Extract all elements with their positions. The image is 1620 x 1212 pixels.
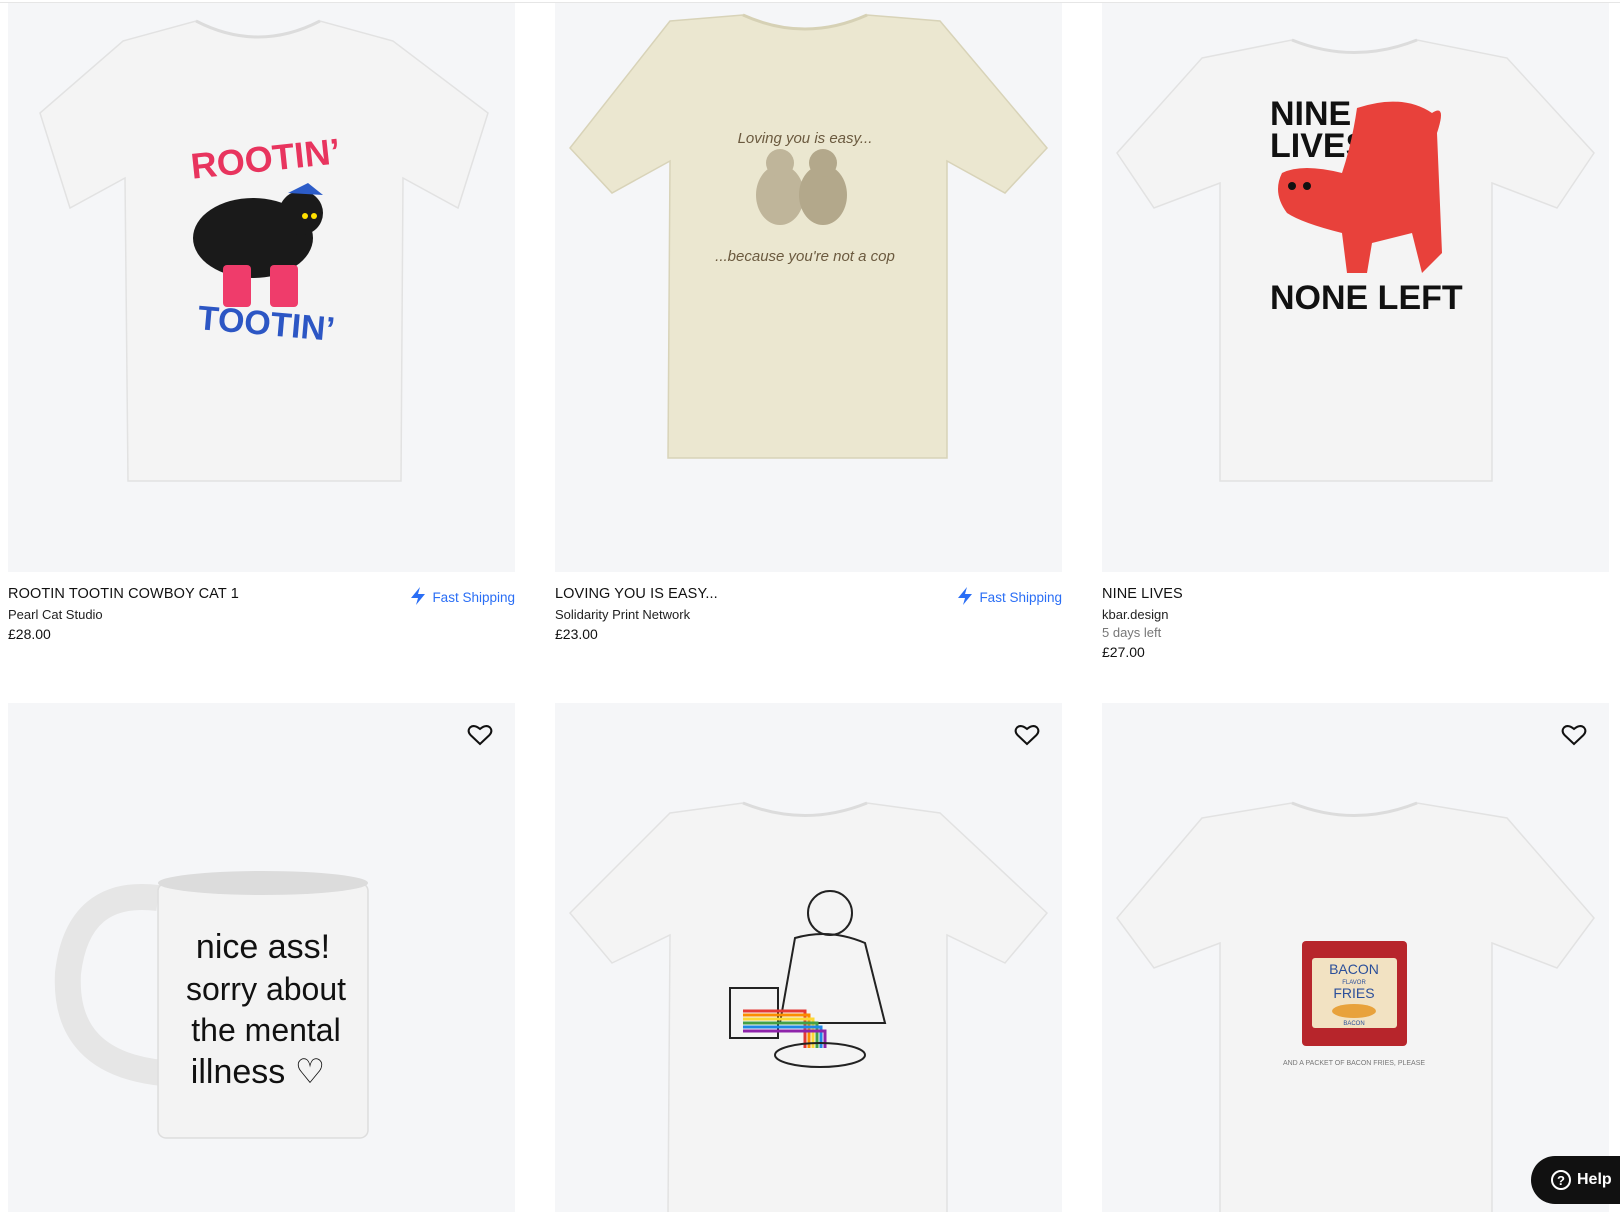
product-price: £23.00 [555, 626, 598, 642]
fast-shipping-label: Fast Shipping [432, 590, 515, 605]
product-image[interactable] [555, 703, 1062, 1212]
product-card-mug[interactable]: nice ass! sorry about the mental illness… [8, 703, 515, 1212]
fast-shipping-label: Fast Shipping [979, 590, 1062, 605]
pack-text: BACON [1329, 961, 1379, 977]
product-maker[interactable]: kbar.design [1102, 606, 1609, 623]
pack-text: FRIES [1333, 985, 1374, 1001]
print-caption: AND A PACKET OF BACON FRIES, PLEASE [1283, 1060, 1425, 1067]
pack-text: BACON [1343, 1021, 1364, 1027]
mug-image: nice ass! sorry about the mental illness… [54, 871, 369, 1139]
product-image[interactable]: NINE LIVES NONE LEFT [1102, 3, 1609, 572]
print-line: nice ass! [196, 928, 330, 966]
fast-shipping-badge: Fast Shipping [409, 586, 515, 609]
lightning-icon [409, 586, 427, 609]
tshirt-cream-image: Loving you is easy... ...because you're … [569, 13, 1049, 459]
tshirt-white-image: BACON FLAVOR FRIES BACON AND A PACKET OF… [1116, 801, 1595, 1212]
product-card-nine-lives[interactable]: NINE LIVES NONE LEFT NINE LIVES kbar.des… [1102, 3, 1609, 661]
product-image[interactable]: BACON FLAVOR FRIES BACON AND A PACKET OF… [1102, 703, 1609, 1212]
help-label: Help [1577, 1171, 1612, 1188]
help-button[interactable]: ? Help [1531, 1156, 1620, 1204]
print-line: the mental [191, 1012, 340, 1048]
product-card-loving-you[interactable]: Loving you is easy... ...because you're … [555, 3, 1062, 643]
days-left-label: 5 days left [1102, 625, 1162, 640]
product-image[interactable]: ROOTIN’ TOOTIN’ [8, 3, 515, 572]
product-card-rainbow-pour[interactable] [555, 703, 1062, 1212]
product-title[interactable]: NINE LIVES [1102, 585, 1609, 603]
tshirt-white-image [568, 801, 1049, 1212]
wishlist-heart-icon[interactable] [1561, 723, 1587, 747]
print-text-line3: NONE LEFT [1270, 279, 1463, 317]
tshirt-white-image: ROOTIN’ TOOTIN’ [39, 19, 489, 482]
print-line: sorry about [186, 971, 346, 1007]
product-card-rootin-tootin[interactable]: ROOTIN’ TOOTIN’ ROOTIN TOOTIN COWBOY CAT… [8, 3, 515, 643]
product-price: £27.00 [1102, 644, 1145, 660]
product-card-bacon-fries[interactable]: BACON FLAVOR FRIES BACON AND A PACKET OF… [1102, 703, 1609, 1212]
wishlist-heart-icon[interactable] [467, 723, 493, 747]
tshirt-white-image: NINE LIVES NONE LEFT [1116, 38, 1595, 482]
print-text-bottom: ...because you're not a cop [715, 248, 895, 265]
product-price: £28.00 [8, 626, 51, 642]
question-icon: ? [1551, 1170, 1571, 1190]
product-image[interactable]: nice ass! sorry about the mental illness… [8, 703, 515, 1212]
print-line: illness ♡ [191, 1053, 325, 1091]
lightning-icon [956, 586, 974, 609]
print-text-top: Loving you is easy... [738, 130, 873, 147]
fast-shipping-badge: Fast Shipping [956, 586, 1062, 609]
wishlist-heart-icon[interactable] [1014, 723, 1040, 747]
product-image[interactable]: Loving you is easy... ...because you're … [555, 3, 1062, 572]
